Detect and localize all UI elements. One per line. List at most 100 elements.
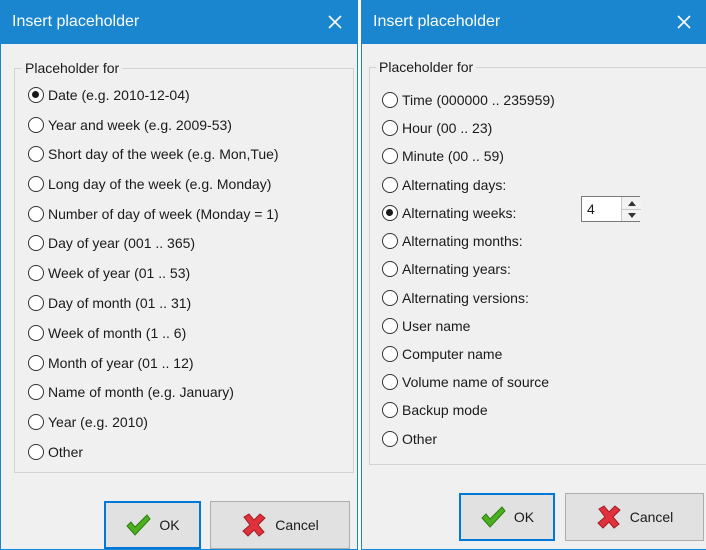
radio-short-day-of-week[interactable]: Short day of the week (e.g. Mon,Tue) (28, 143, 279, 165)
placeholder-groupbox: Placeholder for Time (000000 .. 235959) … (369, 58, 706, 465)
spin-down-button[interactable] (622, 209, 641, 221)
radio-day-of-month[interactable]: Day of month (01 .. 31) (28, 292, 191, 314)
insert-placeholder-dialog-right: Insert placeholder Placeholder for Time … (361, 0, 706, 550)
radio-button[interactable] (382, 374, 398, 390)
radio-button[interactable] (28, 325, 44, 341)
radio-alternating-days[interactable]: Alternating days: (382, 174, 506, 196)
dialog-title: Insert placeholder (12, 13, 140, 30)
radio-week-of-year[interactable]: Week of year (01 .. 53) (28, 262, 190, 284)
radio-date[interactable]: Date (e.g. 2010-12-04) (28, 84, 190, 106)
dialog-title: Insert placeholder (373, 13, 501, 30)
radio-button[interactable] (28, 265, 44, 281)
close-button[interactable] (662, 0, 706, 44)
radio-button[interactable] (382, 402, 398, 418)
radio-button[interactable] (28, 444, 44, 460)
radio-other[interactable]: Other (28, 441, 83, 463)
spinner-input[interactable] (582, 197, 620, 221)
radio-label: Other (48, 444, 84, 460)
radio-alternating-versions[interactable]: Alternating versions: (382, 287, 529, 309)
radio-button[interactable] (382, 318, 398, 334)
alternating-weeks-spinner (581, 196, 641, 222)
ok-label: OK (513, 509, 535, 525)
radio-label: Long day of the week (e.g. Monday) (48, 176, 272, 192)
radio-button[interactable] (28, 206, 44, 222)
radio-label: Year (e.g. 2010) (48, 414, 148, 430)
radio-button[interactable] (382, 290, 398, 306)
radio-label: Week of year (01 .. 53) (48, 265, 191, 281)
radio-button[interactable] (382, 177, 398, 193)
cross-icon (596, 505, 621, 529)
radio-button[interactable] (382, 120, 398, 136)
radio-day-of-year[interactable]: Day of year (001 .. 365) (28, 232, 195, 254)
radio-label: Alternating days: (402, 177, 507, 193)
radio-label: Backup mode (402, 402, 488, 418)
close-button[interactable] (313, 0, 357, 44)
radio-button[interactable] (382, 346, 398, 362)
radio-computer-name[interactable]: Computer name (382, 343, 502, 365)
radio-label: Alternating months: (402, 233, 523, 249)
radio-button[interactable] (28, 176, 44, 192)
radio-backup-mode[interactable]: Backup mode (382, 399, 488, 421)
radio-label: Short day of the week (e.g. Mon,Tue) (48, 146, 279, 162)
radio-label: Week of month (1 .. 6) (48, 325, 187, 341)
radio-button[interactable] (28, 117, 44, 133)
spinner-buttons (621, 197, 641, 221)
radio-label: Hour (00 .. 23) (402, 120, 493, 136)
radio-button[interactable] (382, 148, 398, 164)
radio-label: Date (e.g. 2010-12-04) (48, 87, 190, 103)
radio-button[interactable] (28, 414, 44, 430)
radio-label: Other (402, 431, 438, 447)
radio-button[interactable] (28, 384, 44, 400)
radio-button[interactable] (28, 295, 44, 311)
group-label: Placeholder for (376, 58, 477, 76)
radio-button[interactable] (382, 261, 398, 277)
title-bar: Insert placeholder (362, 0, 706, 44)
radio-button[interactable] (382, 233, 398, 249)
radio-user-name[interactable]: User name (382, 315, 470, 337)
radio-name-of-month[interactable]: Name of month (e.g. January) (28, 381, 234, 403)
radio-month-of-year[interactable]: Month of year (01 .. 12) (28, 352, 194, 374)
radio-label: Volume name of source (402, 374, 550, 390)
radio-hour[interactable]: Hour (00 .. 23) (382, 117, 492, 139)
radio-label: Time (000000 .. 235959) (402, 92, 555, 108)
radio-number-of-day-of-week[interactable]: Number of day of week (Monday = 1) (28, 203, 279, 225)
cross-icon (242, 513, 266, 537)
radio-label: Alternating years: (402, 261, 511, 277)
radio-label: Minute (00 .. 59) (402, 148, 504, 164)
radio-button[interactable] (382, 431, 398, 447)
placeholder-groupbox: Placeholder for Date (e.g. 2010-12-04) Y… (14, 59, 354, 473)
radio-label: Name of month (e.g. January) (48, 384, 234, 400)
radio-alternating-weeks[interactable]: Alternating weeks: (382, 202, 516, 224)
title-bar: Insert placeholder (1, 0, 357, 44)
radio-other[interactable]: Other (382, 428, 437, 450)
close-icon (677, 15, 691, 29)
radio-volume-name-of-source[interactable]: Volume name of source (382, 371, 549, 393)
ok-label: OK (159, 517, 180, 533)
radio-label: Day of month (01 .. 31) (48, 295, 192, 311)
radio-label: Day of year (001 .. 365) (48, 235, 196, 251)
radio-year-and-week[interactable]: Year and week (e.g. 2009-53) (28, 114, 232, 136)
radio-button[interactable] (28, 355, 44, 371)
radio-label: User name (402, 318, 471, 334)
radio-button[interactable] (28, 146, 44, 162)
ok-button[interactable]: OK (104, 501, 201, 549)
radio-long-day-of-week[interactable]: Long day of the week (e.g. Monday) (28, 173, 271, 195)
checkmark-icon (481, 506, 506, 528)
close-icon (328, 15, 342, 29)
radio-button[interactable] (28, 87, 44, 103)
radio-time[interactable]: Time (000000 .. 235959) (382, 89, 555, 111)
radio-year[interactable]: Year (e.g. 2010) (28, 411, 148, 433)
radio-week-of-month[interactable]: Week of month (1 .. 6) (28, 322, 186, 344)
radio-button[interactable] (382, 205, 398, 221)
radio-minute[interactable]: Minute (00 .. 59) (382, 145, 504, 167)
radio-button[interactable] (28, 235, 44, 251)
radio-label: Alternating weeks: (402, 205, 517, 221)
spin-up-button[interactable] (622, 197, 641, 209)
cancel-label: Cancel (629, 509, 674, 525)
cancel-button[interactable]: Cancel (565, 493, 704, 541)
radio-button[interactable] (382, 92, 398, 108)
radio-alternating-months[interactable]: Alternating months: (382, 230, 523, 252)
cancel-button[interactable]: Cancel (210, 501, 350, 549)
ok-button[interactable]: OK (459, 493, 555, 541)
radio-alternating-years[interactable]: Alternating years: (382, 258, 511, 280)
